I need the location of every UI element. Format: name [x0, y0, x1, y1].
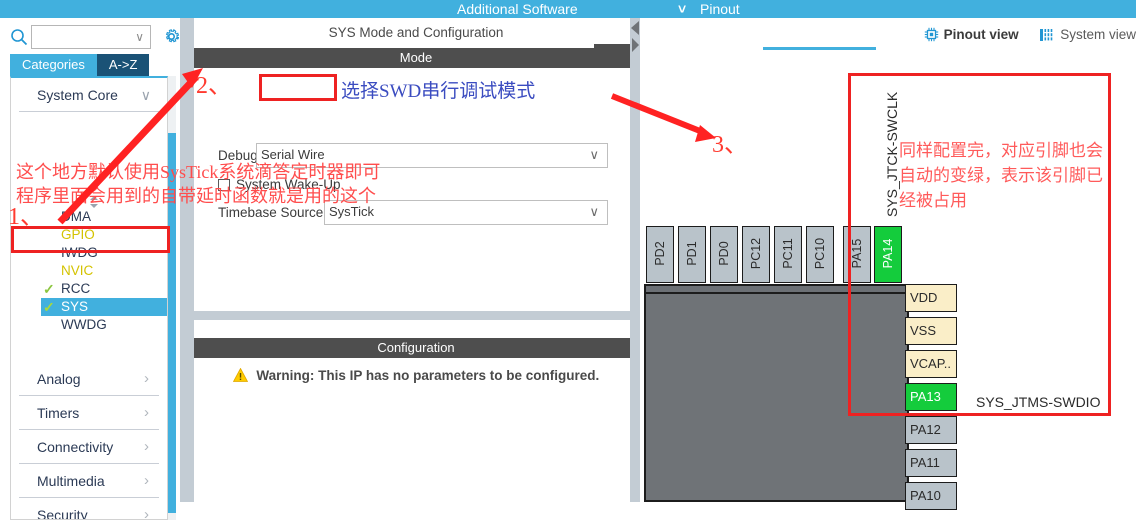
category-label: Security [37, 507, 88, 520]
annotation-arrows [57, 68, 716, 225]
annotation-arrow-3 [610, 93, 716, 142]
annotation-arrow-1 [57, 68, 203, 225]
